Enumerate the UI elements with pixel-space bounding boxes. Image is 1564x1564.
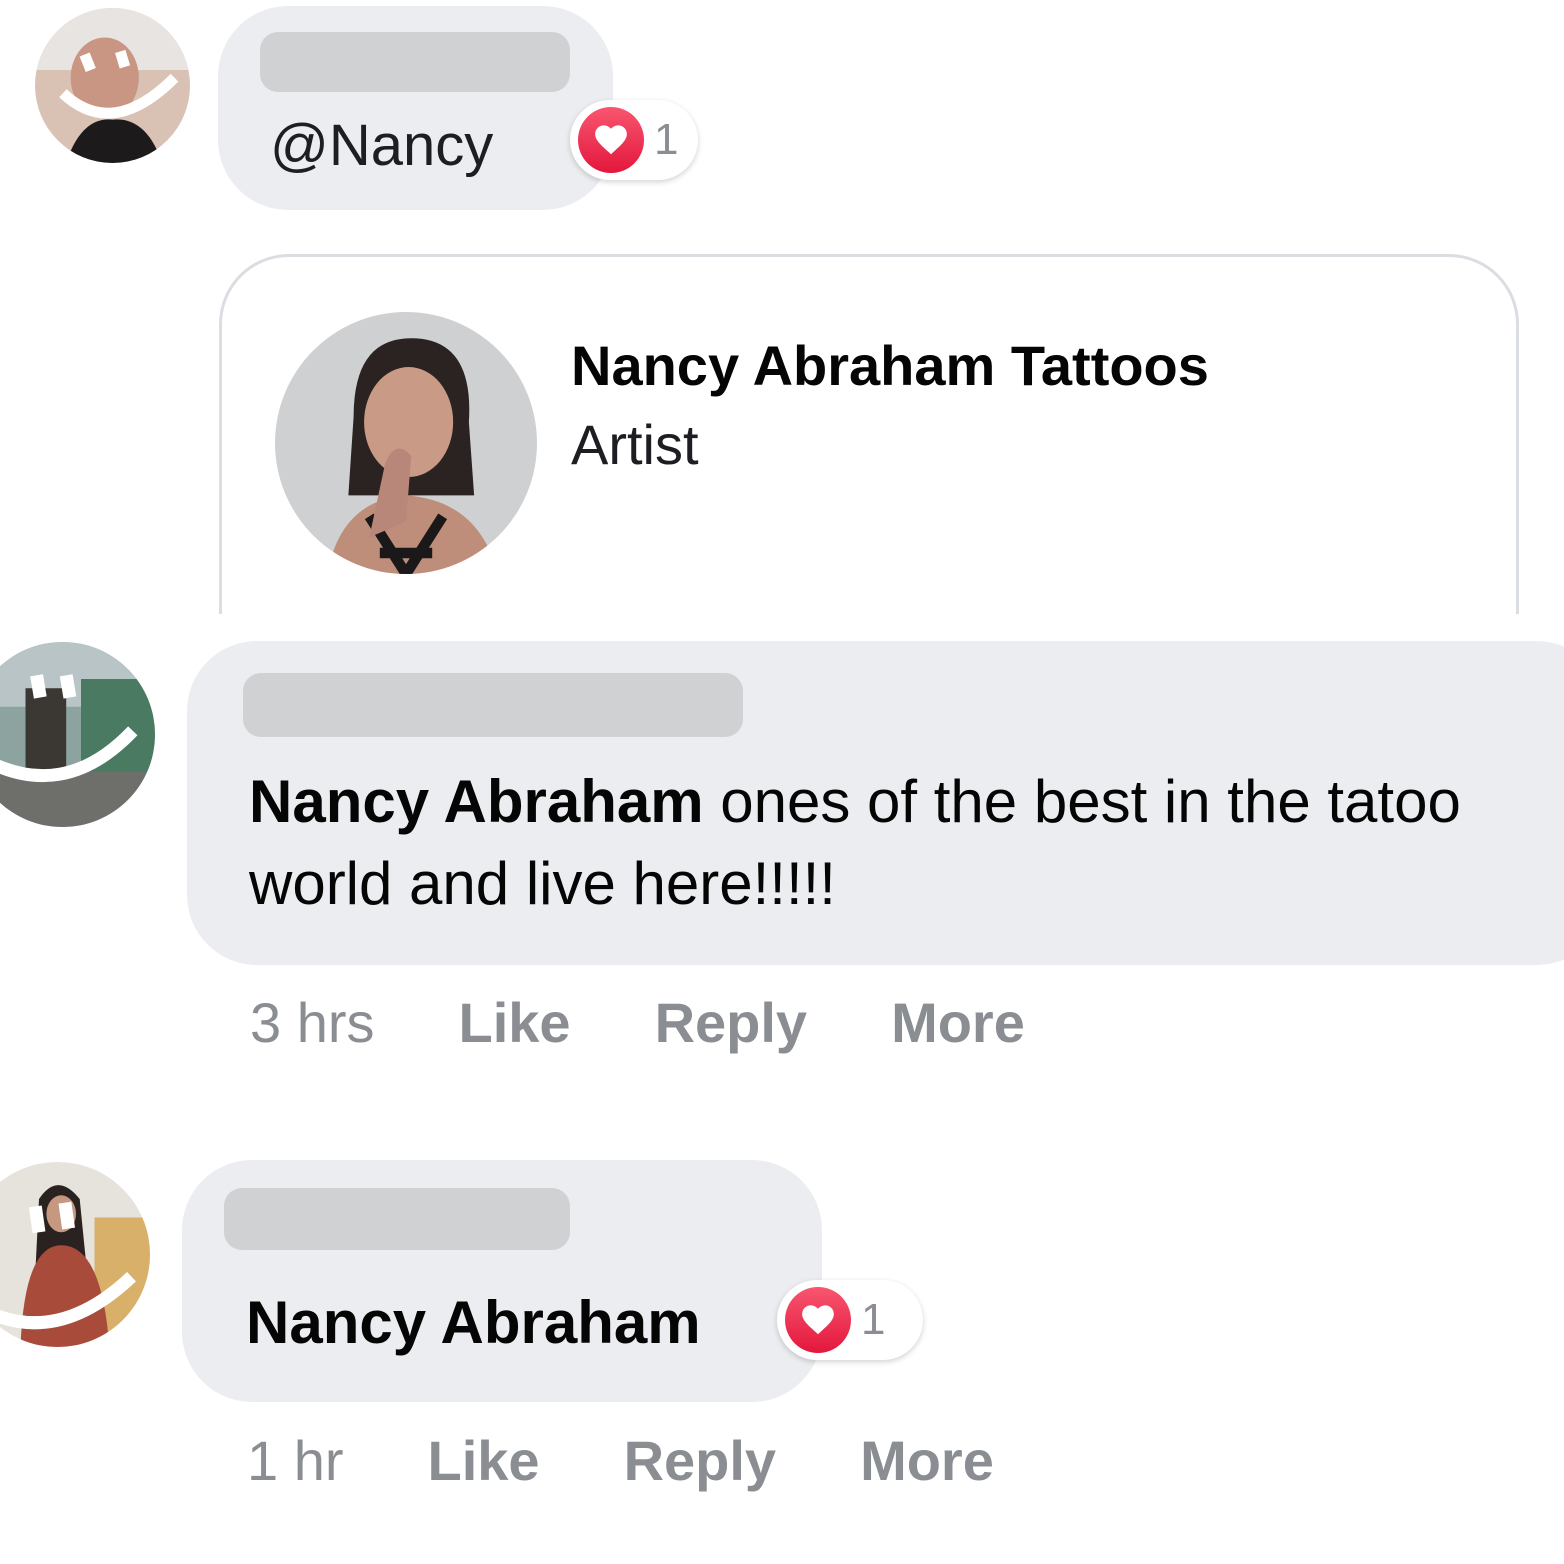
- love-icon: [578, 107, 644, 173]
- redacted-author-name: [260, 32, 570, 92]
- more-button[interactable]: More: [860, 1428, 994, 1493]
- tagged-name-link[interactable]: Nancy Abraham: [249, 768, 704, 835]
- commenter-avatar[interactable]: [35, 8, 190, 163]
- page-preview-card[interactable]: Nancy Abraham Tattoos Artist: [219, 254, 1519, 614]
- comment-actions: 3 hrs Like Reply More: [250, 990, 1025, 1055]
- reaction-count-badge[interactable]: 1: [777, 1280, 923, 1360]
- reaction-count: 1: [861, 1295, 886, 1344]
- like-button[interactable]: Like: [428, 1428, 540, 1493]
- comment-text: Nancy Abraham: [246, 1282, 701, 1364]
- reply-button[interactable]: Reply: [655, 990, 808, 1055]
- reaction-count-badge[interactable]: 1: [570, 100, 698, 180]
- page-category: Artist: [571, 413, 699, 476]
- comment-bubble[interactable]: Nancy Abraham: [182, 1160, 822, 1402]
- page-name[interactable]: Nancy Abraham Tattoos: [571, 333, 1209, 398]
- reply-button[interactable]: Reply: [624, 1428, 777, 1493]
- mention-link[interactable]: @Nancy: [270, 112, 493, 179]
- comment-bubble[interactable]: Nancy Abraham ones of the best in the ta…: [187, 641, 1564, 965]
- more-button[interactable]: More: [891, 990, 1025, 1055]
- tagged-name-link[interactable]: Nancy Abraham: [246, 1289, 701, 1356]
- love-icon: [785, 1287, 851, 1353]
- comment-timestamp[interactable]: 1 hr: [247, 1428, 344, 1493]
- commenter-avatar[interactable]: [0, 642, 155, 827]
- reaction-count: 1: [654, 115, 679, 164]
- comment-actions: 1 hr Like Reply More: [247, 1428, 994, 1493]
- redacted-author-name: [224, 1188, 570, 1250]
- comment-timestamp[interactable]: 3 hrs: [250, 990, 375, 1055]
- page-profile-picture[interactable]: [275, 312, 537, 574]
- like-button[interactable]: Like: [459, 990, 571, 1055]
- commenter-avatar[interactable]: [0, 1162, 150, 1347]
- comment-text: Nancy Abraham ones of the best in the ta…: [249, 761, 1539, 925]
- comment-bubble[interactable]: @Nancy: [218, 6, 613, 210]
- redacted-author-name: [243, 673, 743, 737]
